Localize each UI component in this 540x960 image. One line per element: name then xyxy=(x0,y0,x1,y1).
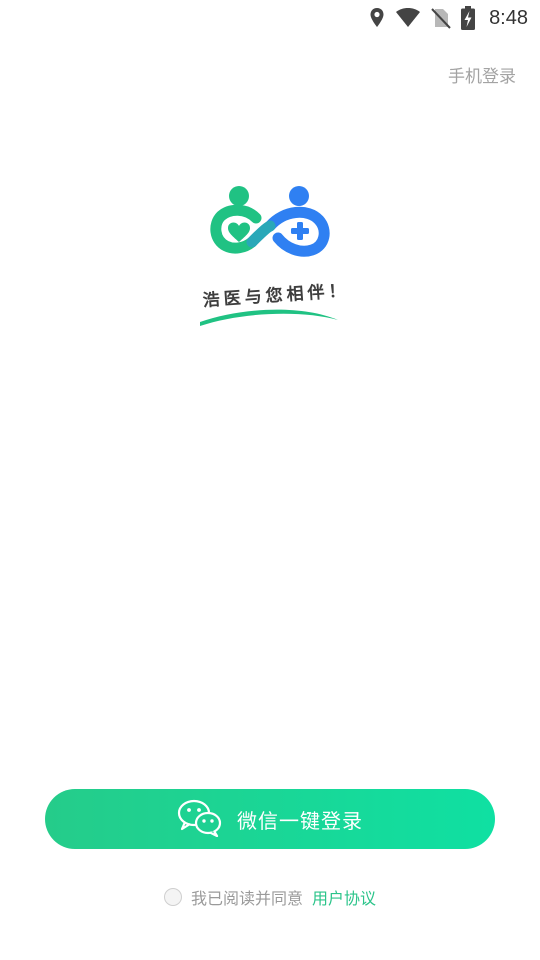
status-bar: 8:48 xyxy=(0,0,540,36)
app-logo: 浩医与您相伴！ xyxy=(190,180,360,330)
user-agreement-link[interactable]: 用户协议 xyxy=(312,885,376,909)
wechat-login-button[interactable]: 微信一键登录 xyxy=(45,789,495,849)
wechat-icon xyxy=(177,799,223,840)
agreement-checkbox[interactable] xyxy=(163,888,182,906)
phone-login-link[interactable]: 手机登录 xyxy=(448,62,516,87)
location-icon xyxy=(369,7,385,29)
status-icons: 8:48 xyxy=(369,4,528,32)
wechat-login-label: 微信一键登录 xyxy=(237,810,363,833)
status-time: 8:48 xyxy=(489,6,528,29)
no-sim-icon xyxy=(431,7,451,29)
battery-charging-icon xyxy=(461,6,476,30)
logo-slogan: 浩医与您相伴！ xyxy=(202,280,350,311)
wifi-icon xyxy=(395,7,421,29)
agreement-row: 我已阅读并同意 用户协议 xyxy=(0,884,540,910)
agreement-text: 我已阅读并同意 xyxy=(190,889,303,908)
